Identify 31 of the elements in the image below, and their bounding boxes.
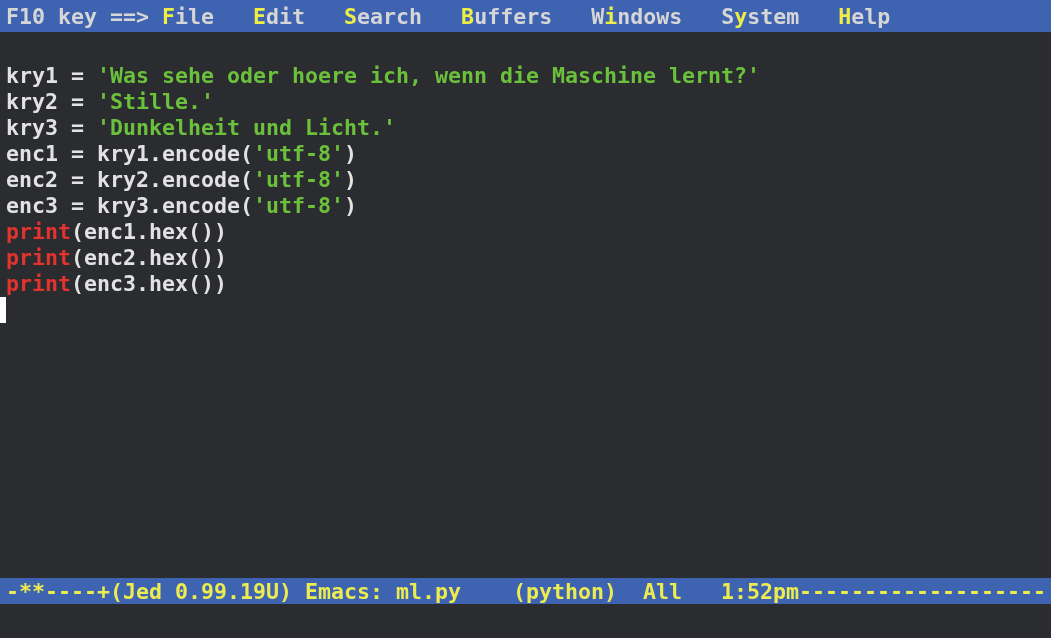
menu-hint: F10 key ==> [6, 3, 150, 29]
code-text: (enc1.hex()) [71, 219, 228, 244]
string-literal: 'utf-8' [253, 141, 345, 166]
string-literal: 'Was sehe oder hoere ich, wenn die Maschine lernt?' [97, 63, 761, 88]
code-text: ) [344, 193, 358, 218]
code-text: kry1 = [6, 63, 85, 88]
string-literal: 'utf-8' [253, 193, 345, 218]
code-text: enc1 = kry1.encode( [6, 141, 253, 166]
builtin-keyword: print [6, 271, 71, 296]
code-text: ) [344, 167, 358, 192]
code-text: kry3 = [6, 115, 85, 140]
code-text: (enc3.hex()) [71, 271, 228, 296]
menu-item[interactable]: Edit [253, 3, 306, 29]
text-cursor [0, 297, 6, 323]
code-text: kry2 = [6, 89, 85, 114]
string-literal: 'Stille.' [97, 89, 215, 114]
menu-item[interactable]: Search [344, 3, 423, 29]
code-text: enc2 = kry2.encode( [6, 167, 253, 192]
menu-item[interactable]: System [721, 3, 800, 29]
string-literal: 'utf-8' [253, 167, 345, 192]
builtin-keyword: print [6, 219, 71, 244]
string-literal: 'Dunkelheit und Licht.' [97, 115, 397, 140]
menu-item[interactable]: Windows [591, 3, 683, 29]
menu-item[interactable]: Buffers [461, 3, 553, 29]
code-text: enc3 = kry3.encode( [6, 193, 253, 218]
code-text: (enc2.hex()) [71, 245, 228, 270]
menu-item[interactable]: File [162, 3, 215, 29]
status-text: -**----+(Jed 0.99.19U) Emacs: ml.py (python) All 1:52pm------------------- [6, 578, 1047, 604]
menu-item[interactable]: Help [838, 3, 891, 29]
builtin-keyword: print [6, 245, 71, 270]
code-text: ) [344, 141, 358, 166]
